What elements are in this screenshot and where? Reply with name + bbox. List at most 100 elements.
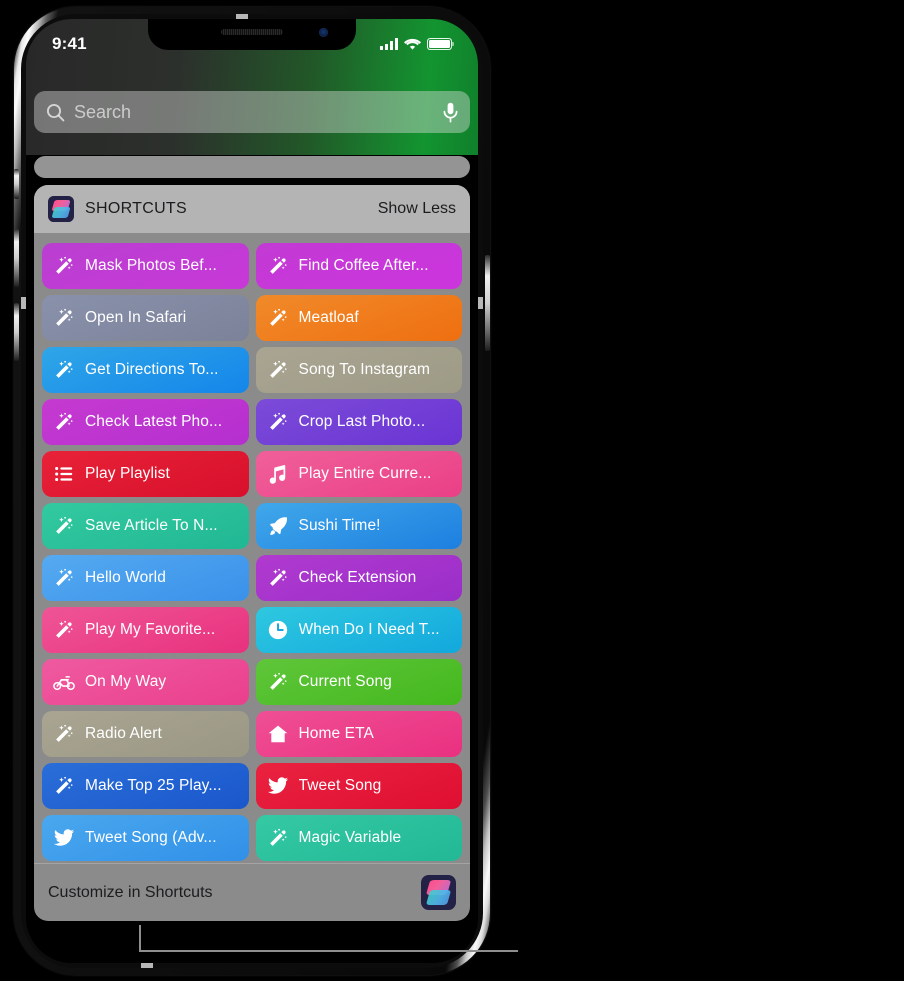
shortcut-tile[interactable]: Play Entire Curre... [255, 451, 462, 497]
wifi-icon [404, 38, 421, 50]
shortcut-tile[interactable]: When Do I Need T... [255, 607, 462, 653]
magic-wand-icon [53, 307, 75, 329]
microphone-icon[interactable] [443, 102, 458, 123]
shortcut-tile-label: Meatloaf [298, 309, 359, 326]
widget-title: SHORTCUTS [85, 200, 187, 217]
show-less-button[interactable]: Show Less [378, 200, 456, 218]
device-notch [148, 19, 356, 50]
shortcut-tile[interactable]: Magic Variable [255, 815, 462, 861]
search-bar[interactable]: Search [34, 91, 470, 133]
iphone-screen: 9:41 Search SHORTCUTS Show Less Mask Pho… [26, 19, 478, 963]
shortcut-tile-label: Play My Favorite... [85, 621, 216, 638]
magic-wand-icon [267, 359, 289, 381]
magic-wand-icon [267, 671, 289, 693]
magic-wand-icon [267, 255, 289, 277]
earpiece-speaker-icon [221, 29, 283, 35]
shortcuts-widget: SHORTCUTS Show Less Mask Photos Bef... Fi… [34, 185, 470, 921]
cellular-bars-icon [380, 38, 398, 50]
shortcut-tile[interactable]: Radio Alert [42, 711, 249, 757]
shortcut-tile-label: Hello World [85, 569, 166, 586]
shortcut-tile[interactable]: Tweet Song [255, 763, 462, 809]
magic-wand-icon [53, 515, 75, 537]
shortcuts-app-icon [48, 196, 74, 222]
antenna-band-right [478, 297, 483, 309]
power-button[interactable] [485, 255, 490, 351]
twitter-bird-icon [53, 827, 75, 849]
shortcut-tile[interactable]: Home ETA [255, 711, 462, 757]
shortcut-tile[interactable]: Check Latest Pho... [42, 399, 249, 445]
shortcut-tile-label: Open In Safari [85, 309, 187, 326]
magic-wand-icon [267, 411, 289, 433]
shortcut-tile-label: Tweet Song [298, 777, 382, 794]
shortcut-tile-label: Get Directions To... [85, 361, 219, 378]
shortcut-tile[interactable]: Get Directions To... [42, 347, 249, 393]
shortcut-tile[interactable]: Find Coffee After... [255, 243, 462, 289]
magic-wand-icon [53, 567, 75, 589]
shortcut-tile[interactable]: Save Article To N... [42, 503, 249, 549]
shortcuts-icon-bottom-shape [425, 889, 452, 906]
shortcut-tile-label: Save Article To N... [85, 517, 218, 534]
shortcut-tile-label: Tweet Song (Adv... [85, 829, 217, 846]
shortcut-tile-label: On My Way [85, 673, 167, 690]
shortcut-tile[interactable]: Song To Instagram [255, 347, 462, 393]
rocket-icon [267, 515, 289, 537]
magic-wand-icon [53, 411, 75, 433]
shortcut-tile-label: Song To Instagram [298, 361, 431, 378]
shortcut-tile[interactable]: Tweet Song (Adv... [42, 815, 249, 861]
shortcut-tile-label: Play Playlist [85, 465, 170, 482]
shortcut-tile[interactable]: Mask Photos Bef... [42, 243, 249, 289]
magic-wand-icon [53, 255, 75, 277]
shortcut-tile[interactable]: On My Way [42, 659, 249, 705]
battery-full-icon [427, 38, 455, 50]
motorcycle-icon [53, 671, 75, 693]
widget-footer[interactable]: Customize in Shortcuts [34, 863, 470, 921]
magic-wand-icon [53, 359, 75, 381]
shortcut-tile[interactable]: Open In Safari [42, 295, 249, 341]
shortcuts-tile-grid: Mask Photos Bef... Find Coffee After... Op… [34, 233, 470, 863]
shortcuts-icon-bottom-shape [51, 206, 71, 219]
shortcut-tile-label: Sushi Time! [298, 517, 381, 534]
customize-in-shortcuts-label[interactable]: Customize in Shortcuts [48, 884, 421, 902]
shortcut-tile-label: Radio Alert [85, 725, 162, 742]
widget-header: SHORTCUTS Show Less [34, 185, 470, 233]
battery-level-fill [429, 40, 450, 48]
playlist-icon [53, 463, 75, 485]
widget-card-partial-above[interactable] [34, 156, 470, 178]
shortcut-tile[interactable]: Crop Last Photo... [255, 399, 462, 445]
shortcut-tile-label: Find Coffee After... [298, 257, 429, 274]
magic-wand-icon [267, 567, 289, 589]
volume-up-button[interactable] [14, 229, 19, 287]
shortcut-tile-label: Check Latest Pho... [85, 413, 223, 430]
shortcut-tile-label: Magic Variable [298, 829, 402, 846]
shortcut-tile-label: When Do I Need T... [298, 621, 440, 638]
shortcut-tile[interactable]: Sushi Time! [255, 503, 462, 549]
antenna-band-bottom [141, 963, 153, 968]
twitter-bird-icon [267, 775, 289, 797]
volume-down-button[interactable] [14, 303, 19, 361]
shortcut-tile[interactable]: Meatloaf [255, 295, 462, 341]
search-icon [46, 103, 65, 121]
magic-wand-icon [53, 723, 75, 745]
iphone-device-frame: 9:41 Search SHORTCUTS Show Less Mask Pho… [14, 7, 490, 975]
magic-wand-icon [53, 775, 75, 797]
shortcut-tile-label: Play Entire Curre... [298, 465, 432, 482]
shortcut-tile-label: Crop Last Photo... [298, 413, 426, 430]
phone-screen-bezel: 9:41 Search SHORTCUTS Show Less Mask Pho… [26, 19, 478, 963]
shortcut-tile[interactable]: Play Playlist [42, 451, 249, 497]
search-input[interactable]: Search [74, 102, 443, 123]
magic-wand-icon [53, 619, 75, 641]
shortcuts-app-icon[interactable] [421, 875, 456, 910]
shortcut-tile-label: Mask Photos Bef... [85, 257, 217, 274]
house-icon [267, 723, 289, 745]
status-bar-time: 9:41 [52, 34, 87, 53]
shortcut-tile-label: Current Song [298, 673, 392, 690]
clock-icon [267, 619, 289, 641]
shortcut-tile[interactable]: Make Top 25 Play... [42, 763, 249, 809]
status-bar-indicators [380, 32, 455, 51]
shortcut-tile[interactable]: Play My Favorite... [42, 607, 249, 653]
shortcut-tile[interactable]: Check Extension [255, 555, 462, 601]
silent-switch-button[interactable] [14, 169, 19, 199]
shortcut-tile[interactable]: Current Song [255, 659, 462, 705]
shortcut-tile-label: Make Top 25 Play... [85, 777, 222, 794]
shortcut-tile[interactable]: Hello World [42, 555, 249, 601]
